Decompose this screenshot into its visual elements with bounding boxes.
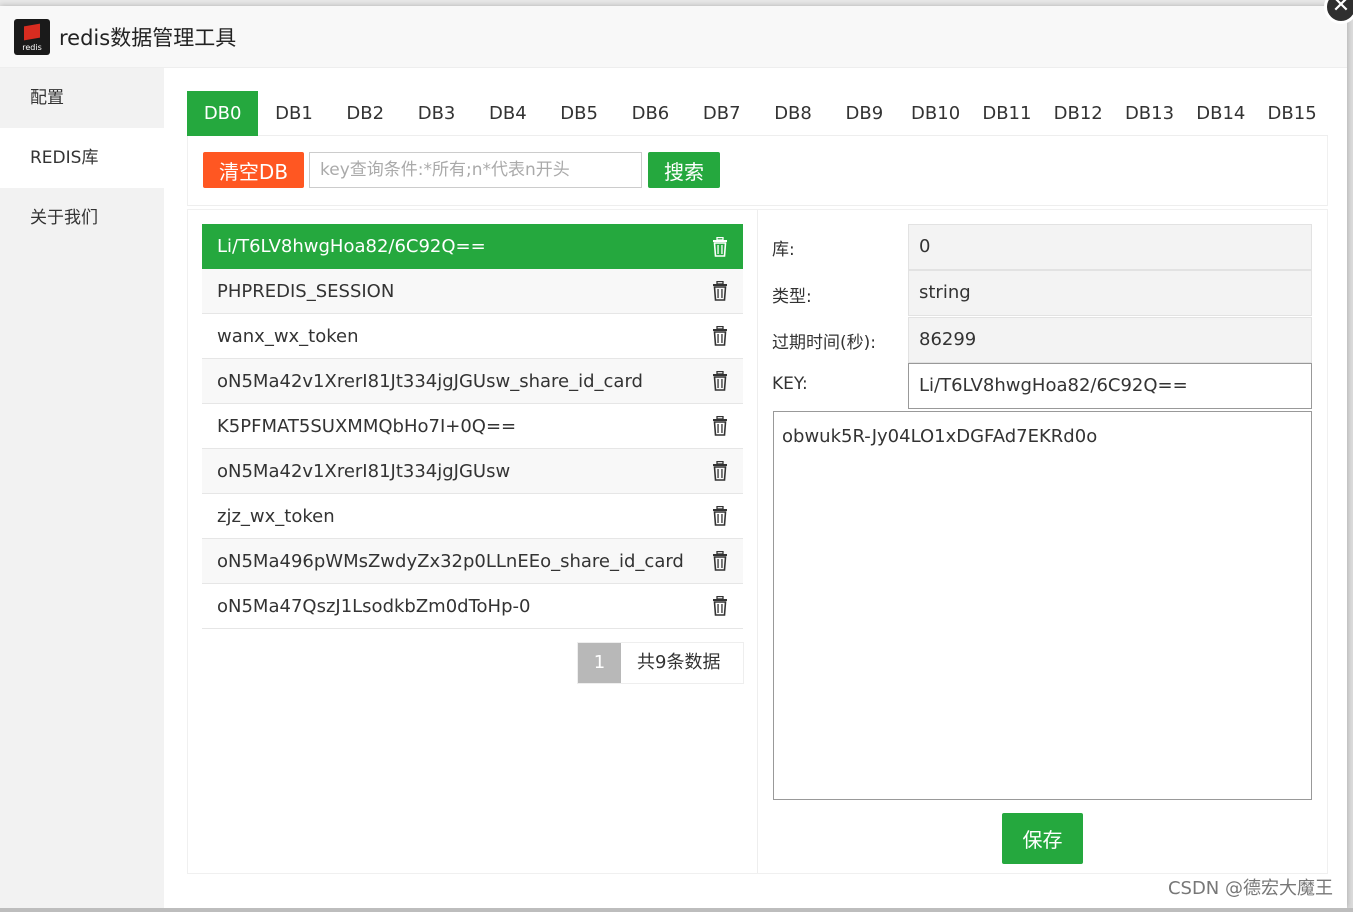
tab-db11[interactable]: DB11	[971, 91, 1042, 136]
key-label: KEY:	[772, 374, 808, 394]
tab-db7[interactable]: DB7	[686, 91, 757, 136]
key-name: K5PFMAT5SUXMMQbHo7I+0Q==	[217, 415, 517, 437]
redis-logo-icon: redis	[14, 18, 50, 55]
key-list-item[interactable]: wanx_wx_token	[202, 314, 743, 359]
tab-db9[interactable]: DB9	[829, 91, 900, 136]
sidebar: 配置 REDIS库 关于我们	[0, 68, 164, 908]
tab-db2[interactable]: DB2	[330, 91, 401, 136]
search-button[interactable]: 搜索	[648, 152, 720, 188]
tab-db8[interactable]: DB8	[757, 91, 828, 136]
trash-icon[interactable]	[712, 551, 728, 571]
tab-db4[interactable]: DB4	[472, 91, 543, 136]
clear-db-button[interactable]: 清空DB	[203, 152, 304, 188]
key-name: oN5Ma496pWMsZwdyZx32p0LLnEEo_share_id_ca…	[217, 550, 684, 572]
main-content: DB0 DB1 DB2 DB3 DB4 DB5 DB6 DB7 DB8 DB9 …	[187, 91, 1328, 874]
search-toolbar: 清空DB 搜索	[187, 136, 1328, 206]
key-list-item[interactable]: K5PFMAT5SUXMMQbHo7I+0Q==	[202, 404, 743, 449]
app-window: redis redis数据管理工具 配置 REDIS库 关于我们 DB0 DB1…	[0, 6, 1347, 908]
pagination: 1 共9条数据	[577, 642, 744, 684]
tab-db5[interactable]: DB5	[543, 91, 614, 136]
tab-db6[interactable]: DB6	[615, 91, 686, 136]
background-strip-right	[1347, 0, 1353, 912]
tab-db12[interactable]: DB12	[1043, 91, 1114, 136]
key-detail-pane: 库: 0 类型: string 过期时间(秒): 86299 KEY: Li/T…	[758, 210, 1327, 873]
key-name: PHPREDIS_SESSION	[217, 280, 395, 302]
key-name: oN5Ma42v1XrerI81Jt334jgJGUsw	[217, 460, 511, 482]
content-panel: Li/T6LV8hwgHoa82/6C92Q== PHPREDIS_SESSION…	[187, 209, 1328, 874]
value-textarea[interactable]	[773, 411, 1312, 800]
key-name: Li/T6LV8hwgHoa82/6C92Q==	[217, 236, 486, 257]
watermark: CSDN @德宏大魔王	[1167, 878, 1333, 899]
trash-icon[interactable]	[712, 461, 728, 481]
db-label: 库:	[772, 240, 795, 260]
key-search-input[interactable]	[309, 152, 642, 188]
key-name: oN5Ma47QszJ1LsodkbZm0dToHp-0	[217, 595, 531, 617]
page-total-count: 共9条数据	[621, 643, 743, 683]
logo-text: redis	[22, 42, 42, 52]
key-field[interactable]: Li/T6LV8hwgHoa82/6C92Q==	[908, 363, 1312, 409]
trash-icon[interactable]	[712, 596, 728, 616]
ttl-label: 过期时间(秒):	[772, 333, 876, 353]
tab-db15[interactable]: DB15	[1256, 91, 1327, 136]
page-number-button[interactable]: 1	[578, 643, 621, 683]
tab-db14[interactable]: DB14	[1185, 91, 1256, 136]
key-list-item[interactable]: oN5Ma42v1XrerI81Jt334jgJGUsw	[202, 449, 743, 494]
tab-db1[interactable]: DB1	[258, 91, 329, 136]
bottom-strip	[0, 908, 1353, 912]
key-list: Li/T6LV8hwgHoa82/6C92Q== PHPREDIS_SESSION…	[202, 224, 743, 629]
sidebar-item-redis[interactable]: REDIS库	[0, 128, 164, 188]
key-name: oN5Ma42v1XrerI81Jt334jgJGUsw_share_id_ca…	[217, 370, 643, 392]
save-button[interactable]: 保存	[1002, 813, 1083, 864]
trash-icon[interactable]	[712, 371, 728, 391]
key-list-item[interactable]: PHPREDIS_SESSION	[202, 269, 743, 314]
type-label: 类型:	[772, 287, 812, 307]
trash-icon[interactable]	[712, 416, 728, 436]
key-list-pane: Li/T6LV8hwgHoa82/6C92Q== PHPREDIS_SESSION…	[188, 210, 758, 873]
window-title: redis数据管理工具	[59, 25, 237, 50]
tab-db13[interactable]: DB13	[1114, 91, 1185, 136]
key-list-item[interactable]: oN5Ma496pWMsZwdyZx32p0LLnEEo_share_id_ca…	[202, 539, 743, 584]
key-list-item[interactable]: zjz_wx_token	[202, 494, 743, 539]
sidebar-item-config[interactable]: 配置	[0, 68, 164, 128]
tab-db0[interactable]: DB0	[187, 91, 259, 136]
trash-icon[interactable]	[712, 506, 728, 526]
db-field: 0	[908, 224, 1312, 270]
ttl-field: 86299	[908, 317, 1312, 363]
title-bar: redis redis数据管理工具	[0, 6, 1347, 68]
trash-icon[interactable]	[712, 326, 728, 346]
key-name: wanx_wx_token	[217, 325, 359, 347]
key-list-item[interactable]: oN5Ma47QszJ1LsodkbZm0dToHp-0	[202, 584, 743, 629]
key-list-item[interactable]: oN5Ma42v1XrerI81Jt334jgJGUsw_share_id_ca…	[202, 359, 743, 404]
trash-icon[interactable]	[712, 281, 728, 301]
key-list-item[interactable]: Li/T6LV8hwgHoa82/6C92Q==	[202, 224, 743, 269]
db-tabs: DB0 DB1 DB2 DB3 DB4 DB5 DB6 DB7 DB8 DB9 …	[187, 91, 1328, 136]
trash-icon[interactable]	[712, 236, 728, 257]
type-field: string	[908, 270, 1312, 316]
tab-db10[interactable]: DB10	[900, 91, 971, 136]
tab-db3[interactable]: DB3	[401, 91, 472, 136]
key-name: zjz_wx_token	[217, 505, 335, 527]
sidebar-item-about[interactable]: 关于我们	[0, 188, 164, 248]
